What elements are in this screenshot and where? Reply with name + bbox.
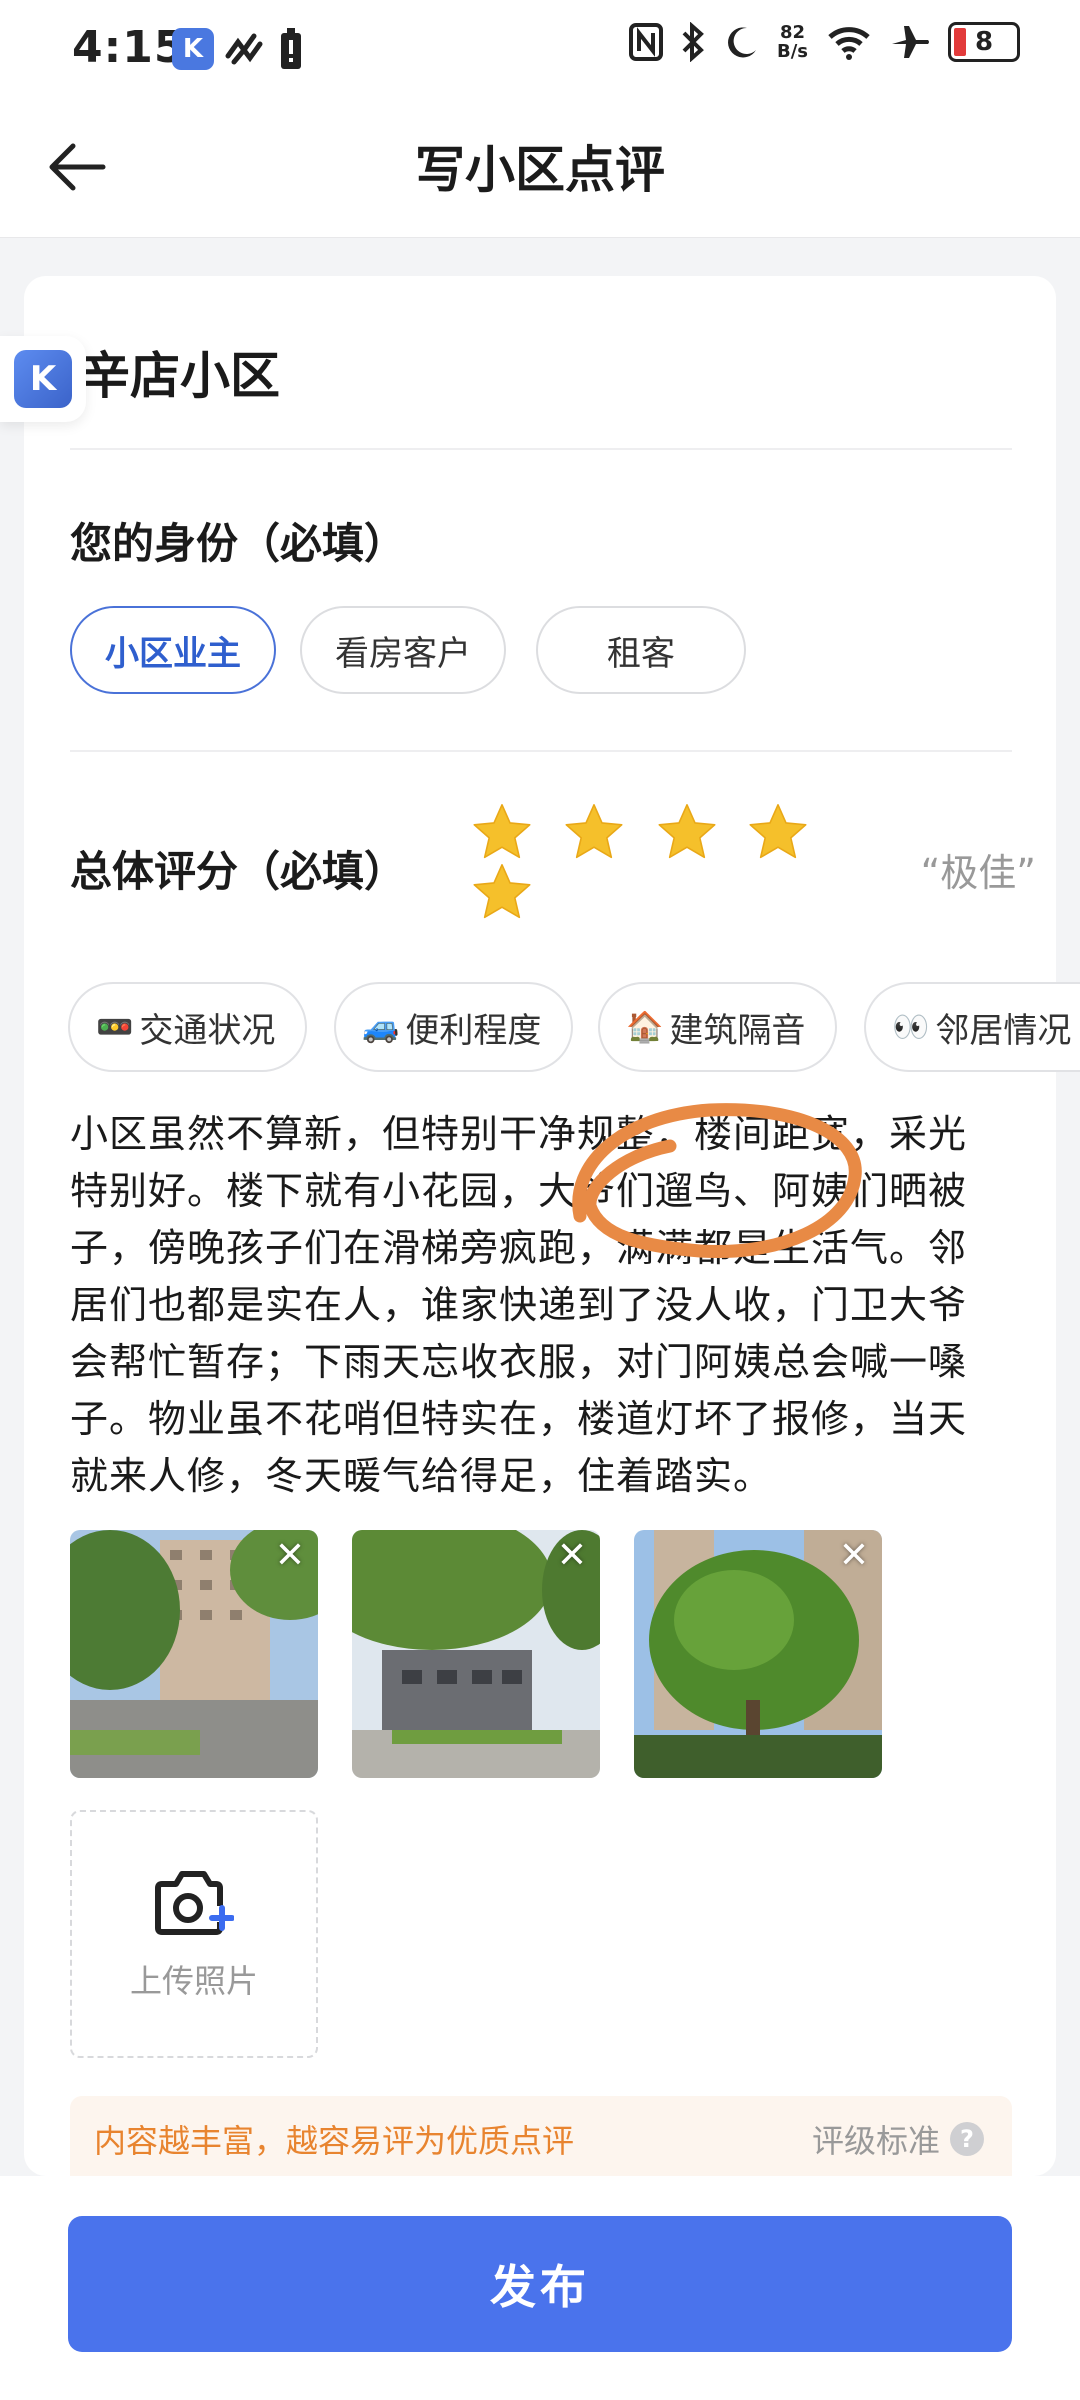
review-text[interactable]: 小区虽然不算新，但特别干净规整，楼间距宽，采光 特别好。楼下就有小花园，大爷们遛…	[70, 1106, 1020, 1505]
app-notification-icon: K	[172, 28, 214, 70]
quality-tip-banner: 内容越丰富，越容易评为优质点评 评级标准 ?	[70, 2096, 1012, 2176]
star-icon[interactable]	[562, 800, 626, 864]
page-title: 写小区点评	[415, 141, 665, 199]
star-icon[interactable]	[746, 800, 810, 864]
battery-indicator: 8	[948, 22, 1020, 62]
tip-text: 内容越丰富，越容易评为优质点评	[94, 2122, 575, 2160]
publish-button[interactable]: 发布	[68, 2216, 1012, 2352]
wifi-icon	[828, 27, 870, 60]
upload-photo-label: 上传照片	[129, 1962, 258, 2000]
tag-traffic[interactable]: 🚥 交通状况	[68, 982, 308, 1072]
link-icon	[225, 33, 263, 65]
help-icon: ?	[950, 2122, 984, 2156]
bluetooth-icon	[682, 22, 704, 62]
tag-neighbors[interactable]: 👀 邻居情况	[864, 982, 1080, 1072]
floating-app-button[interactable]: K	[0, 336, 86, 422]
status-right-icons: 82 B/s 8	[628, 22, 1020, 62]
remove-photo-button[interactable]: ✕	[834, 1536, 874, 1576]
remove-photo-button[interactable]: ✕	[552, 1536, 592, 1576]
network-speed: 82 B/s	[776, 22, 808, 62]
identity-option-viewer[interactable]: 看房客户	[300, 606, 506, 694]
app-logo-icon: K	[14, 350, 72, 408]
moon-icon	[728, 27, 756, 58]
photo-1[interactable]: ✕	[70, 1530, 318, 1778]
rating-label: “极佳”	[920, 851, 1036, 895]
remove-photo-button[interactable]: ✕	[270, 1536, 310, 1576]
divider	[70, 448, 1012, 450]
bottom-bar: 发布	[0, 2176, 1080, 2400]
community-name: 辛店小区	[80, 347, 280, 405]
rating-standard-link[interactable]: 评级标准 ?	[812, 2116, 984, 2162]
star-icon[interactable]	[470, 800, 534, 864]
battery-alert-icon	[281, 28, 301, 69]
identity-option-tenant[interactable]: 租客	[536, 606, 746, 694]
rating-title: 总体评分（必填）	[70, 847, 407, 896]
identity-title: 您的身份（必填）	[70, 519, 407, 568]
status-time: 4:15	[72, 22, 186, 73]
nfc-icon	[628, 23, 663, 61]
tag-soundproofing[interactable]: 🏠 建筑隔音	[598, 982, 838, 1072]
photo-3[interactable]: ✕	[634, 1530, 882, 1778]
star-icon[interactable]	[470, 860, 534, 924]
tag-convenience[interactable]: 🚙 便利程度	[334, 982, 574, 1072]
divider	[70, 750, 1012, 752]
page-header: 写小区点评	[0, 100, 1080, 238]
upload-photo-button[interactable]: 上传照片	[70, 1810, 318, 2058]
airplane-icon	[892, 26, 929, 58]
photo-2[interactable]: ✕	[352, 1530, 600, 1778]
identity-option-owner[interactable]: 小区业主	[70, 606, 276, 694]
star-icon[interactable]	[655, 800, 719, 864]
status-bar: 4:15 K 82 B/s 8	[0, 0, 1080, 100]
camera-plus-icon	[155, 1871, 234, 1935]
